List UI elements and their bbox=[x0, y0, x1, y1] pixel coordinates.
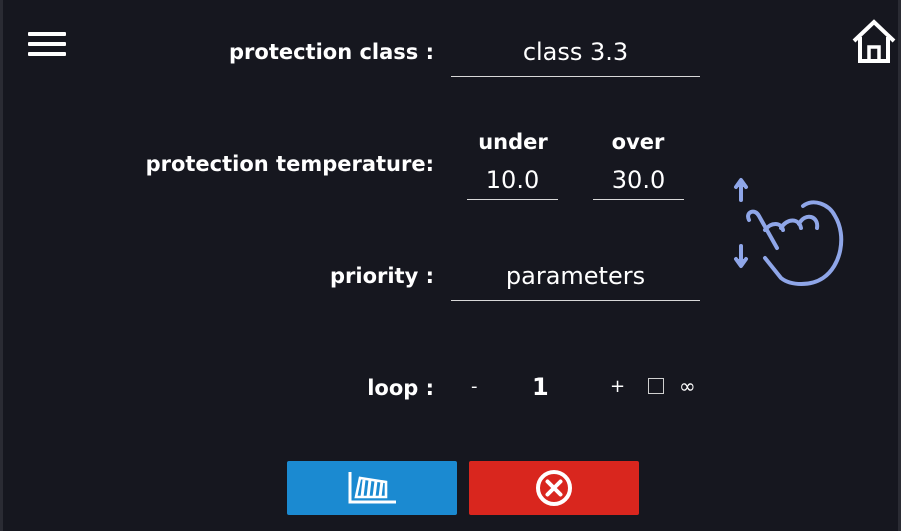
chart-button[interactable] bbox=[287, 461, 457, 515]
cancel-button[interactable] bbox=[469, 461, 639, 515]
loop-label: loop : bbox=[367, 376, 434, 400]
infinity-symbol: ∞ bbox=[679, 374, 696, 398]
under-column-header: under bbox=[478, 130, 548, 154]
protection-class-field[interactable]: class 3.3 bbox=[451, 36, 700, 77]
cancel-circle-icon bbox=[536, 470, 572, 506]
hamburger-menu-icon[interactable] bbox=[28, 32, 66, 56]
protection-class-label: protection class : bbox=[229, 40, 434, 64]
over-temperature-field[interactable]: 30.0 bbox=[593, 164, 684, 200]
protection-temperature-label: protection temperature: bbox=[145, 152, 434, 176]
infinite-loop-checkbox[interactable] bbox=[648, 378, 664, 394]
loop-count-value: 1 bbox=[532, 373, 549, 401]
home-icon[interactable] bbox=[850, 17, 898, 65]
loop-decrement-button[interactable]: - bbox=[471, 376, 478, 397]
chart-profile-icon bbox=[348, 472, 396, 504]
priority-field[interactable]: parameters bbox=[451, 260, 700, 301]
under-temperature-field[interactable]: 10.0 bbox=[467, 164, 558, 200]
loop-increment-button[interactable]: + bbox=[610, 376, 625, 397]
over-column-header: over bbox=[611, 130, 665, 154]
priority-label: priority : bbox=[329, 264, 434, 288]
swipe-up-down-hand-icon bbox=[734, 178, 844, 286]
